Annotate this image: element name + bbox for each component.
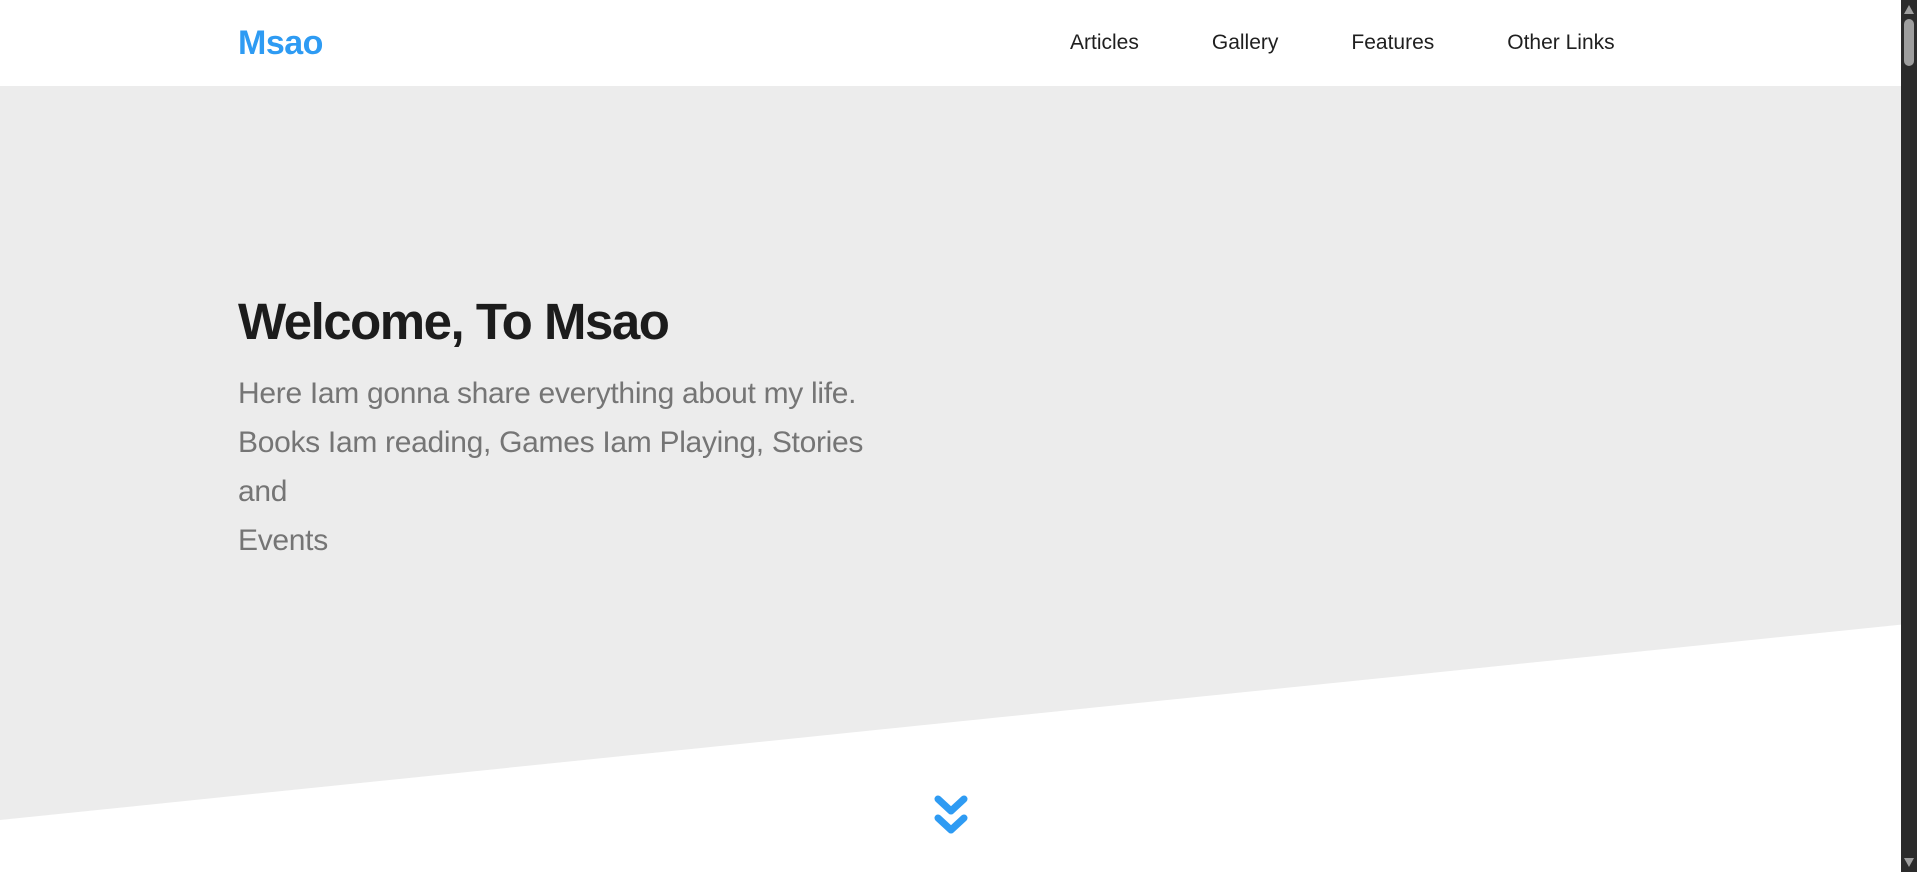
hero-subtitle-line: Events — [238, 524, 328, 557]
double-chevron-down-icon — [932, 794, 970, 838]
scroll-down-button[interactable] — [931, 792, 971, 840]
nav-item-gallery[interactable]: Gallery — [1212, 31, 1279, 55]
hero-title: Welcome, To Msao — [238, 293, 670, 350]
nav-item-features[interactable]: Features — [1351, 31, 1434, 55]
scrollbar[interactable] — [1901, 0, 1917, 872]
hero-section: Welcome, To Msao Here Iam gonna share ev… — [0, 86, 1917, 820]
main-nav: Articles Gallery Features Other Links — [1070, 0, 1615, 86]
nav-item-articles[interactable]: Articles — [1070, 31, 1139, 55]
hero-subtitle: Here Iam gonna share everything about my… — [238, 369, 878, 565]
header: Msao Articles Gallery Features Other Lin… — [0, 0, 1901, 86]
nav-item-other-links[interactable]: Other Links — [1507, 31, 1614, 55]
brand-logo[interactable]: Msao — [238, 0, 323, 86]
page: Msao Articles Gallery Features Other Lin… — [0, 0, 1917, 872]
hero-subtitle-line: Here Iam gonna share everything about my… — [238, 377, 857, 410]
arrow-down-icon[interactable] — [1904, 858, 1914, 867]
hero-subtitle-line: Books Iam reading, Games Iam Playing, St… — [238, 426, 864, 508]
arrow-up-icon[interactable] — [1904, 5, 1914, 14]
scrollbar-thumb[interactable] — [1904, 19, 1914, 66]
